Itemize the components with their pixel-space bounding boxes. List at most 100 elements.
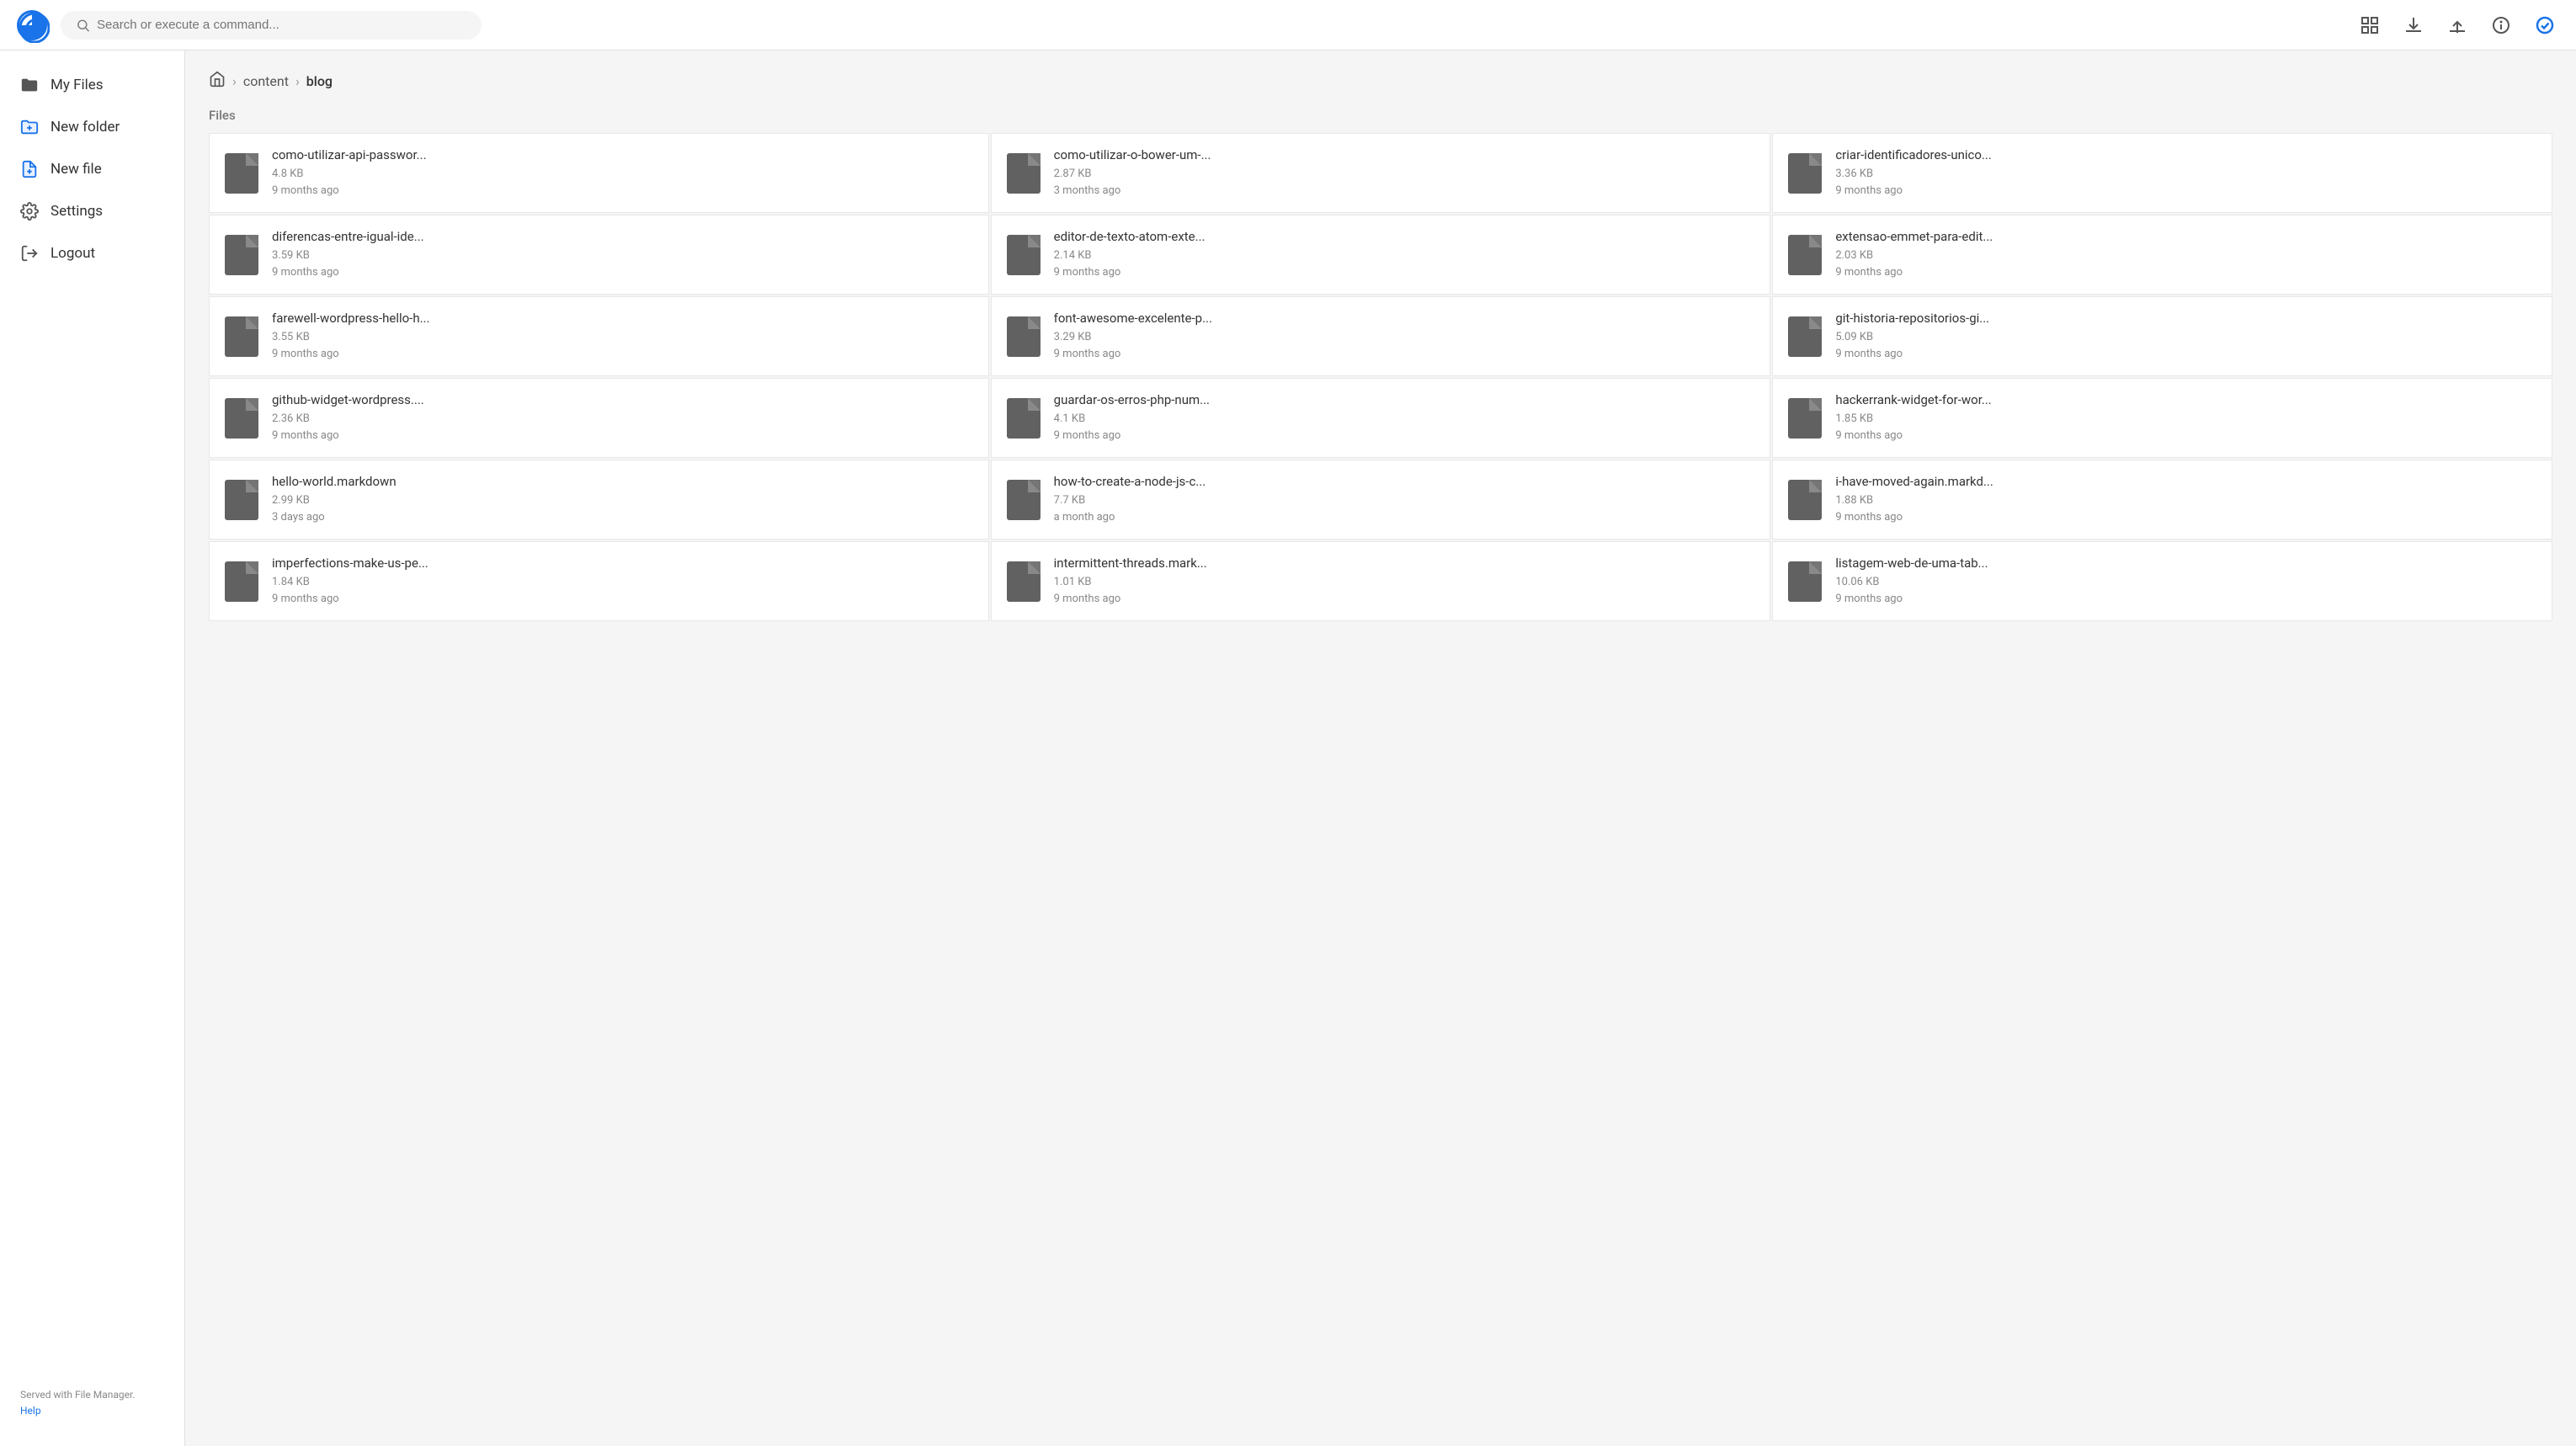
file-icon bbox=[1788, 316, 1822, 357]
download-button[interactable] bbox=[2399, 11, 2428, 40]
file-info: criar-identificadores-unico... 3.36 KB9 … bbox=[1835, 147, 2536, 199]
main-content: › content › blog Files como-utilizar-api… bbox=[185, 51, 2576, 1446]
file-card[interactable]: farewell-wordpress-hello-h... 3.55 KB9 m… bbox=[209, 296, 989, 376]
file-name: editor-de-texto-atom-exte... bbox=[1054, 229, 1755, 244]
search-bar[interactable] bbox=[61, 11, 482, 40]
file-card[interactable]: intermittent-threads.mark... 1.01 KB9 mo… bbox=[991, 541, 1771, 621]
sidebar-item-new-folder[interactable]: New folder bbox=[0, 106, 184, 148]
add-folder-icon bbox=[20, 118, 39, 136]
breadcrumb-home[interactable] bbox=[209, 71, 226, 91]
file-meta: 2.36 KB9 months ago bbox=[272, 411, 973, 444]
file-document-icon bbox=[1007, 398, 1041, 439]
file-document-icon bbox=[1788, 153, 1822, 194]
file-info: como-utilizar-o-bower-um-... 2.87 KB3 mo… bbox=[1054, 147, 1755, 199]
file-document-icon bbox=[1007, 153, 1041, 194]
sidebar-item-settings[interactable]: Settings bbox=[0, 190, 184, 232]
help-link[interactable]: Help bbox=[20, 1405, 41, 1417]
info-button[interactable] bbox=[2487, 11, 2515, 40]
file-document-icon bbox=[225, 153, 258, 194]
sidebar: My Files New folder New file Settings bbox=[0, 51, 185, 1446]
file-icon bbox=[1788, 398, 1822, 439]
file-card[interactable]: hello-world.markdown 2.99 KB3 days ago bbox=[209, 460, 989, 540]
file-info: how-to-create-a-node-js-c... 7.7 KBa mon… bbox=[1054, 474, 1755, 525]
file-name: guardar-os-erros-php-num... bbox=[1054, 392, 1755, 407]
breadcrumb-blog[interactable]: blog bbox=[306, 73, 333, 89]
file-card[interactable]: git-historia-repositorios-gi... 5.09 KB9… bbox=[1772, 296, 2552, 376]
sidebar-footer: Served with File Manager. Help bbox=[0, 1374, 184, 1433]
add-file-icon bbox=[20, 160, 39, 178]
file-icon bbox=[225, 561, 258, 602]
file-card[interactable]: como-utilizar-api-passwor... 4.8 KB9 mon… bbox=[209, 133, 989, 213]
done-button[interactable] bbox=[2531, 11, 2559, 40]
breadcrumb-separator-2: › bbox=[295, 73, 300, 89]
file-card[interactable]: editor-de-texto-atom-exte... 2.14 KB9 mo… bbox=[991, 215, 1771, 295]
sidebar-item-label: Logout bbox=[51, 245, 95, 262]
file-meta: 3.59 KB9 months ago bbox=[272, 247, 973, 280]
upload-button[interactable] bbox=[2443, 11, 2472, 40]
file-name: como-utilizar-o-bower-um-... bbox=[1054, 147, 1755, 162]
file-document-icon bbox=[1007, 561, 1041, 602]
sidebar-item-label: My Files bbox=[51, 77, 104, 93]
sidebar-item-new-file[interactable]: New file bbox=[0, 148, 184, 190]
topbar-actions bbox=[2355, 11, 2559, 40]
file-meta: 3.55 KB9 months ago bbox=[272, 329, 973, 362]
download-icon bbox=[2403, 15, 2424, 35]
file-name: como-utilizar-api-passwor... bbox=[272, 147, 973, 162]
file-card[interactable]: como-utilizar-o-bower-um-... 2.87 KB3 mo… bbox=[991, 133, 1771, 213]
gear-icon bbox=[20, 202, 39, 221]
file-info: git-historia-repositorios-gi... 5.09 KB9… bbox=[1835, 311, 2536, 362]
breadcrumb-content[interactable]: content bbox=[243, 73, 289, 89]
file-info: font-awesome-excelente-p... 3.29 KB9 mon… bbox=[1054, 311, 1755, 362]
file-card[interactable]: diferencas-entre-igual-ide... 3.59 KB9 m… bbox=[209, 215, 989, 295]
file-card[interactable]: github-widget-wordpress.... 2.36 KB9 mon… bbox=[209, 378, 989, 458]
file-card[interactable]: listagem-web-de-uma-tab... 10.06 KB9 mon… bbox=[1772, 541, 2552, 621]
sidebar-item-logout[interactable]: Logout bbox=[0, 232, 184, 274]
section-label: Files bbox=[209, 108, 2552, 123]
file-info: imperfections-make-us-pe... 1.84 KB9 mon… bbox=[272, 556, 973, 607]
file-info: hackerrank-widget-for-wor... 1.85 KB9 mo… bbox=[1835, 392, 2536, 444]
file-card[interactable]: how-to-create-a-node-js-c... 7.7 KBa mon… bbox=[991, 460, 1771, 540]
file-name: intermittent-threads.mark... bbox=[1054, 556, 1755, 571]
file-document-icon bbox=[1007, 316, 1041, 357]
file-card[interactable]: criar-identificadores-unico... 3.36 KB9 … bbox=[1772, 133, 2552, 213]
sidebar-item-label: New file bbox=[51, 161, 102, 178]
file-name: hackerrank-widget-for-wor... bbox=[1835, 392, 2536, 407]
topbar bbox=[0, 0, 2576, 51]
file-card[interactable]: extensao-emmet-para-edit... 2.03 KB9 mon… bbox=[1772, 215, 2552, 295]
file-name: diferencas-entre-igual-ide... bbox=[272, 229, 973, 244]
file-name: i-have-moved-again.markd... bbox=[1835, 474, 2536, 489]
file-meta: 2.99 KB3 days ago bbox=[272, 492, 973, 525]
file-document-icon bbox=[225, 480, 258, 520]
file-icon bbox=[225, 316, 258, 357]
home-icon bbox=[209, 71, 226, 88]
file-card[interactable]: i-have-moved-again.markd... 1.88 KB9 mon… bbox=[1772, 460, 2552, 540]
file-meta: 4.1 KB9 months ago bbox=[1054, 411, 1755, 444]
file-info: extensao-emmet-para-edit... 2.03 KB9 mon… bbox=[1835, 229, 2536, 280]
file-name: git-historia-repositorios-gi... bbox=[1835, 311, 2536, 326]
file-name: extensao-emmet-para-edit... bbox=[1835, 229, 2536, 244]
file-document-icon bbox=[1788, 398, 1822, 439]
file-meta: 3.36 KB9 months ago bbox=[1835, 166, 2536, 199]
file-icon bbox=[1788, 153, 1822, 194]
file-icon bbox=[1788, 561, 1822, 602]
sidebar-item-label: Settings bbox=[51, 203, 103, 220]
file-meta: 2.03 KB9 months ago bbox=[1835, 247, 2536, 280]
file-card[interactable]: font-awesome-excelente-p... 3.29 KB9 mon… bbox=[991, 296, 1771, 376]
file-info: i-have-moved-again.markd... 1.88 KB9 mon… bbox=[1835, 474, 2536, 525]
file-card[interactable]: imperfections-make-us-pe... 1.84 KB9 mon… bbox=[209, 541, 989, 621]
search-input[interactable] bbox=[97, 18, 466, 32]
file-document-icon bbox=[225, 561, 258, 602]
file-meta: 2.14 KB9 months ago bbox=[1054, 247, 1755, 280]
file-meta: 1.01 KB9 months ago bbox=[1054, 574, 1755, 607]
app-logo bbox=[17, 10, 47, 40]
file-card[interactable]: guardar-os-erros-php-num... 4.1 KB9 mont… bbox=[991, 378, 1771, 458]
file-card[interactable]: hackerrank-widget-for-wor... 1.85 KB9 mo… bbox=[1772, 378, 2552, 458]
list-view-button[interactable] bbox=[2355, 11, 2384, 40]
file-icon bbox=[1007, 316, 1041, 357]
file-info: intermittent-threads.mark... 1.01 KB9 mo… bbox=[1054, 556, 1755, 607]
file-info: editor-de-texto-atom-exte... 2.14 KB9 mo… bbox=[1054, 229, 1755, 280]
file-icon bbox=[1007, 561, 1041, 602]
file-icon bbox=[1788, 480, 1822, 520]
sidebar-item-my-files[interactable]: My Files bbox=[0, 64, 184, 106]
breadcrumb-separator: › bbox=[232, 73, 237, 89]
